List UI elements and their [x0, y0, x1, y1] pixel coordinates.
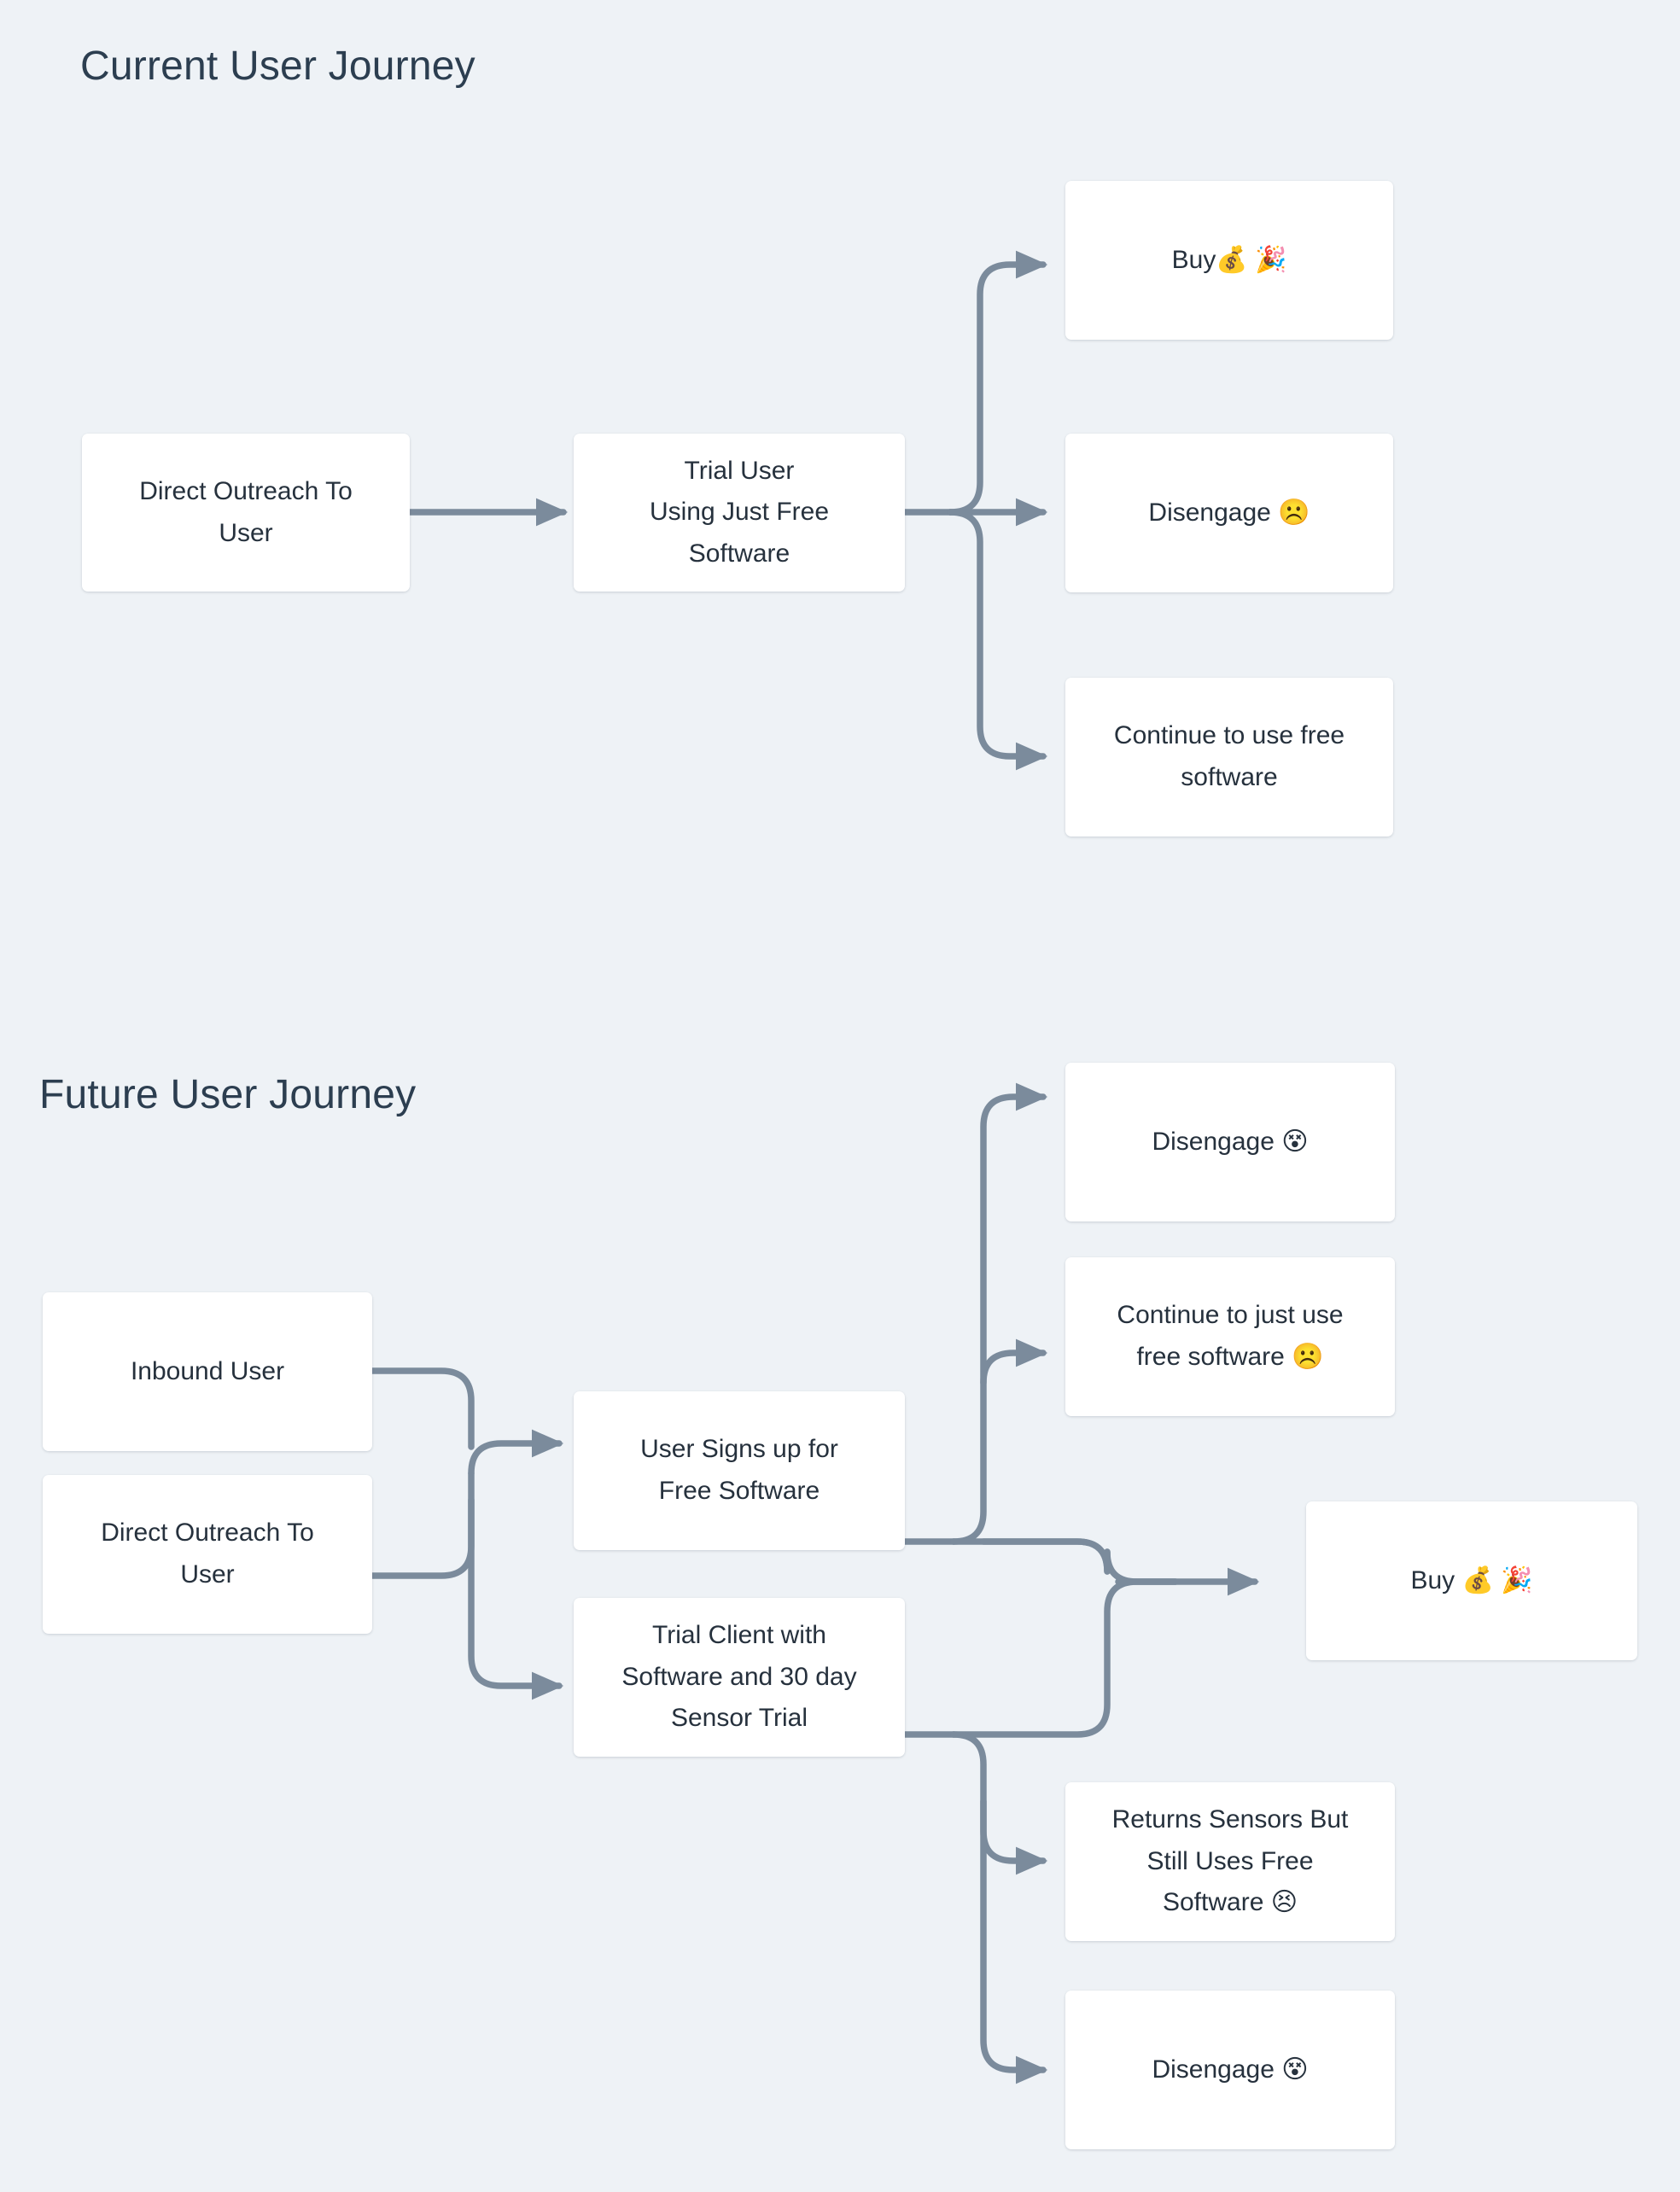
edge-c2-c3 [947, 250, 1048, 516]
edge-f3-buy-seg [950, 1538, 1111, 1575]
node-continue-just-free-future[interactable]: Continue to just use free software ☹️ [1065, 1257, 1395, 1416]
node-label: Direct Outreach To User [139, 476, 353, 547]
node-trial-user-current[interactable]: Trial User Using Just Free Software [574, 434, 905, 592]
node-label: Buy💰 🎉 [1171, 245, 1287, 274]
edge-f3-f6 [980, 1338, 1048, 1386]
node-direct-outreach-current[interactable]: Direct Outreach To User [82, 434, 410, 592]
edge-f4-f8 [950, 1731, 1048, 1875]
node-returns-sensors-future[interactable]: Returns Sensors But Still Uses Free Soft… [1065, 1782, 1395, 1941]
edge-f4-buy [950, 1578, 1179, 1738]
node-label: User Signs up for Free Software [640, 1435, 838, 1505]
node-label: Continue to just use free software ☹️ [1117, 1301, 1344, 1371]
node-label: Inbound User [130, 1356, 285, 1385]
node-label: Returns Sensors But Still Uses Free Soft… [1111, 1805, 1349, 1917]
node-label: Trial Client with Software and 30 day Se… [621, 1621, 857, 1733]
node-continue-free-software-current[interactable]: Continue to use free software [1065, 678, 1393, 837]
node-inbound-user-future[interactable]: Inbound User [43, 1292, 372, 1451]
edge-trunk-f4 [468, 1470, 564, 1700]
edge-f3-buy-join [980, 1538, 1179, 1585]
edge-c2-c5 [947, 509, 1048, 771]
edge-f3-f5 [950, 1082, 1048, 1545]
node-label: Direct Outreach To User [101, 1519, 314, 1589]
node-label: Disengage 😵 [1152, 2055, 1309, 2084]
node-trial-client-future[interactable]: Trial Client with Software and 30 day Se… [574, 1598, 905, 1757]
node-user-signs-up-future[interactable]: User Signs up for Free Software [574, 1391, 905, 1550]
section-title-future: Future User Journey [39, 1072, 417, 1117]
node-label: Disengage 😵 [1152, 1127, 1309, 1156]
node-direct-outreach-future[interactable]: Direct Outreach To User [43, 1475, 372, 1634]
node-disengage-bottom-future[interactable]: Disengage 😵 [1065, 1991, 1395, 2149]
node-buy-future[interactable]: Buy 💰 🎉 [1306, 1501, 1637, 1660]
edge-f2-trunk [369, 1496, 475, 1579]
node-disengage-top-future[interactable]: Disengage 😵 [1065, 1063, 1395, 1221]
node-buy-current[interactable]: Buy💰 🎉 [1065, 181, 1393, 340]
diagram-canvas: Current User Journey Direct Outreach To … [0, 0, 1680, 2192]
edge-trunk-f3 [468, 1429, 564, 1477]
node-label: Disengage ☹️ [1148, 498, 1310, 527]
section-title-current: Current User Journey [80, 44, 475, 89]
edge-f1-trunk [369, 1367, 475, 1450]
node-label: Trial User Using Just Free Software [649, 456, 830, 568]
node-label: Continue to use free software [1113, 721, 1345, 791]
edge-f4-f9 [980, 1798, 1048, 2084]
node-label: Buy 💰 🎉 [1410, 1565, 1533, 1594]
node-disengage-current[interactable]: Disengage ☹️ [1065, 434, 1393, 592]
